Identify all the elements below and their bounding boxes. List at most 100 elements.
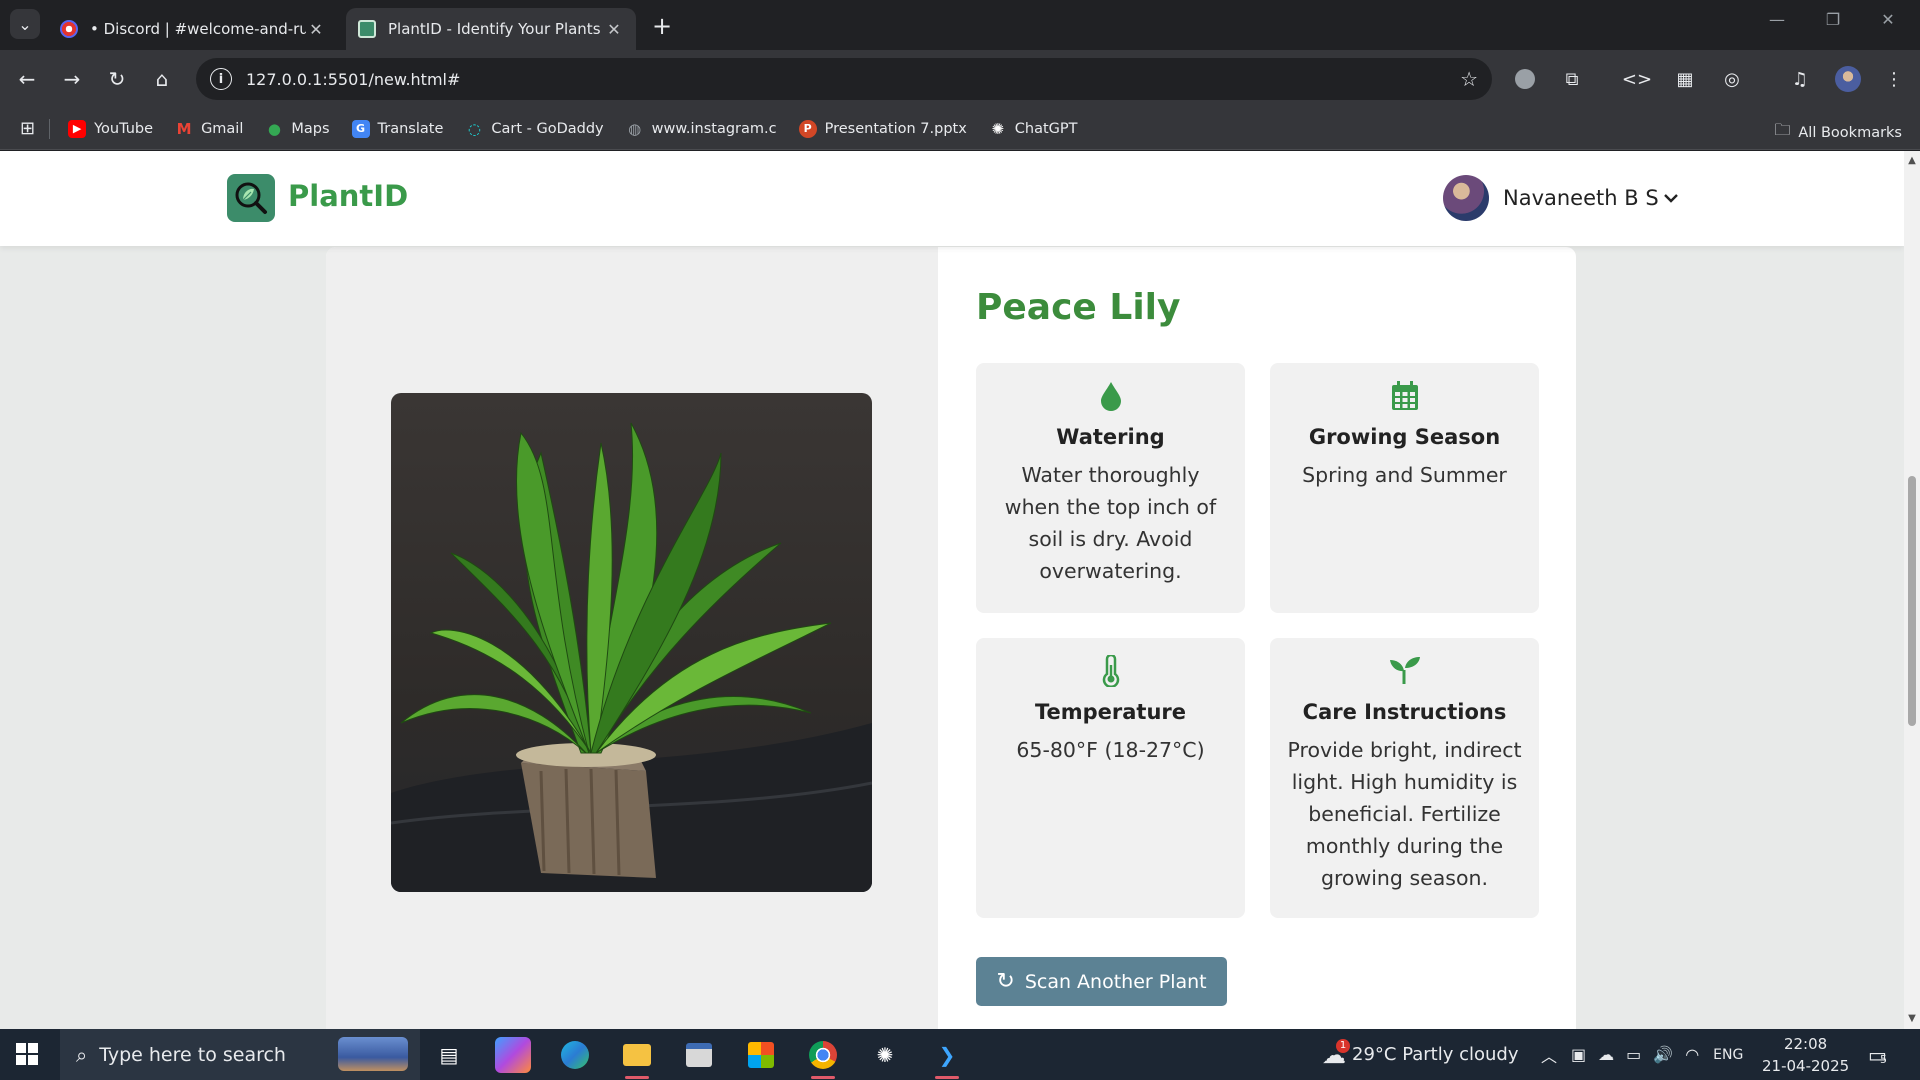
- user-menu[interactable]: Navaneeth B S: [1443, 175, 1679, 221]
- tab-discord[interactable]: • Discord | #welcome-and-rules ✕: [48, 8, 338, 50]
- seedling-icon: [1270, 654, 1539, 688]
- globe-icon: ◍: [628, 119, 642, 138]
- edge-icon[interactable]: [557, 1037, 593, 1073]
- taskbar-search[interactable]: ⌕ Type here to search: [60, 1029, 420, 1080]
- url-text[interactable]: 127.0.0.1:5501/new.html#: [246, 70, 1460, 89]
- tab-title: • Discord | #welcome-and-rules: [90, 20, 306, 38]
- devtools-icon[interactable]: <>: [1622, 65, 1652, 93]
- meet-now-icon[interactable]: ▣: [1571, 1045, 1586, 1064]
- battery-icon[interactable]: ▭: [1626, 1045, 1641, 1064]
- avatar[interactable]: [1443, 175, 1489, 221]
- onedrive-cloud-icon[interactable]: ☁: [1598, 1045, 1614, 1064]
- address-bar[interactable]: i 127.0.0.1:5501/new.html# ☆: [196, 58, 1492, 100]
- chrome-icon[interactable]: [805, 1037, 841, 1079]
- bookmark-star-icon[interactable]: ☆: [1460, 67, 1478, 91]
- notification-center-icon[interactable]: ▭ 5: [1868, 1029, 1887, 1080]
- clock-time: 22:08: [1783, 1035, 1828, 1053]
- scroll-up-icon[interactable]: ▲: [1907, 155, 1917, 166]
- scan-another-plant-button[interactable]: ↻ Scan Another Plant: [976, 957, 1227, 1006]
- chatgpt-app-icon[interactable]: ✺: [867, 1037, 903, 1073]
- care-instructions-card: Care Instructions Provide bright, indire…: [1270, 638, 1539, 918]
- chevron-down-icon: ⌄: [18, 14, 32, 34]
- close-tab-icon[interactable]: ✕: [604, 20, 624, 39]
- plantid-favicon-icon: [358, 20, 376, 38]
- new-tab-icon[interactable]: +: [648, 12, 676, 40]
- taskbar-clock[interactable]: 22:08 21-04-2025: [1762, 1033, 1849, 1077]
- profile-avatar-icon[interactable]: [1834, 65, 1862, 93]
- qr-code-icon[interactable]: ▦: [1671, 65, 1699, 93]
- close-window-icon[interactable]: ✕: [1868, 10, 1908, 29]
- plant-result-card: Peace Lily Watering Water thoroughly whe…: [326, 247, 1576, 1029]
- thermometer-icon: [976, 654, 1245, 688]
- card-text: Water thoroughly when the top inch of so…: [1004, 463, 1217, 583]
- browser-toolbar: ← → ↻ ⌂ i 127.0.0.1:5501/new.html# ☆ ⧉ <…: [0, 50, 1920, 108]
- page-scrollbar[interactable]: ▲ ▼: [1904, 151, 1920, 1029]
- page-viewport: PlantID Navaneeth B S Peace Lily Waterin…: [0, 151, 1904, 1029]
- reload-icon[interactable]: ↻: [102, 64, 132, 94]
- bookmark-gmail[interactable]: M Gmail: [175, 120, 244, 138]
- menu-icon[interactable]: ⋮: [1880, 65, 1908, 93]
- tray-chevron-up-icon[interactable]: ︿: [1541, 1043, 1557, 1067]
- card-text: 65-80°F (18-27°C): [1016, 738, 1205, 762]
- weather-text: 29°C Partly cloudy: [1352, 1044, 1519, 1065]
- growing-season-card: Growing Season Spring and Summer: [1270, 363, 1539, 613]
- copilot-icon[interactable]: [495, 1037, 531, 1073]
- bookmark-maps[interactable]: ● Maps: [265, 120, 330, 138]
- extensions-icon[interactable]: ⧉: [1558, 65, 1586, 93]
- microsoft-store-icon[interactable]: [743, 1037, 779, 1073]
- site-info-icon[interactable]: i: [210, 68, 232, 90]
- brand-name[interactable]: PlantID: [288, 179, 408, 213]
- volume-icon[interactable]: 🔊: [1653, 1045, 1673, 1064]
- scroll-down-icon[interactable]: ▼: [1907, 1013, 1917, 1024]
- restore-icon[interactable]: ❐: [1813, 10, 1853, 29]
- temperature-card: Temperature 65-80°F (18-27°C): [976, 638, 1245, 918]
- card-text: Spring and Summer: [1302, 463, 1507, 487]
- bookmark-instagram[interactable]: ◍ www.instagram.c: [626, 120, 777, 138]
- bookmark-label: Maps: [291, 120, 330, 137]
- tab-search-button[interactable]: ⌄: [10, 9, 40, 39]
- bookmark-youtube[interactable]: ▶ YouTube: [68, 119, 153, 138]
- home-icon[interactable]: ⌂: [147, 64, 177, 94]
- tab-plantid[interactable]: PlantID - Identify Your Plants ✕: [346, 8, 636, 50]
- plant-image-panel: [326, 247, 938, 1029]
- discord-favicon-icon: [60, 20, 78, 38]
- bookmark-translate[interactable]: G Translate: [351, 119, 443, 138]
- bookmarks-divider: [49, 118, 51, 139]
- weather-alert-badge: 1: [1336, 1038, 1350, 1053]
- plant-photo: [391, 393, 872, 892]
- vscode-icon[interactable]: ❯: [929, 1037, 965, 1079]
- chatgpt-icon: ✺: [991, 119, 1005, 138]
- all-bookmarks-button[interactable]: 🗀 All Bookmarks: [1774, 119, 1902, 146]
- card-heading: Watering: [1056, 425, 1165, 449]
- app-header: PlantID Navaneeth B S: [0, 151, 1904, 246]
- bookmark-presentation[interactable]: P Presentation 7.pptx: [798, 119, 967, 138]
- back-icon[interactable]: ←: [12, 64, 42, 94]
- search-highlight-image: [338, 1037, 408, 1071]
- youtube-icon: ▶: [68, 119, 87, 138]
- scroll-thumb[interactable]: [1908, 476, 1916, 726]
- plantid-logo-icon[interactable]: [227, 174, 275, 222]
- file-explorer-icon[interactable]: [619, 1037, 655, 1079]
- minimize-icon[interactable]: —: [1757, 10, 1797, 29]
- apps-icon[interactable]: ⊞: [20, 118, 35, 139]
- calendar-icon: [1270, 379, 1539, 413]
- weather-widget[interactable]: ☁ 1 29°C Partly cloudy: [1322, 1029, 1519, 1080]
- language-indicator[interactable]: ENG: [1713, 1047, 1743, 1063]
- translate-icon: G: [351, 119, 370, 138]
- screenshot-icon[interactable]: ◎: [1718, 65, 1746, 93]
- user-name: Navaneeth B S: [1503, 186, 1659, 210]
- bookmark-chatgpt[interactable]: ✺ ChatGPT: [989, 120, 1078, 138]
- wifi-icon[interactable]: ◠: [1685, 1045, 1699, 1064]
- forward-icon[interactable]: →: [57, 64, 87, 94]
- tab-strip: ⌄ • Discord | #welcome-and-rules ✕ Plant…: [0, 0, 1920, 50]
- windows-start-icon[interactable]: [16, 1043, 38, 1065]
- profile-extension-icon[interactable]: [1511, 65, 1539, 93]
- godaddy-icon: ◌: [467, 119, 481, 138]
- task-view-icon[interactable]: ▤: [431, 1037, 467, 1073]
- bookmark-godaddy[interactable]: ◌ Cart - GoDaddy: [465, 119, 604, 138]
- photos-app-icon[interactable]: [681, 1037, 717, 1073]
- taskbar-search-placeholder: Type here to search: [99, 1043, 286, 1066]
- close-tab-icon[interactable]: ✕: [306, 20, 326, 39]
- chevron-down-icon[interactable]: [1663, 188, 1679, 209]
- media-control-icon[interactable]: ♫: [1786, 65, 1814, 93]
